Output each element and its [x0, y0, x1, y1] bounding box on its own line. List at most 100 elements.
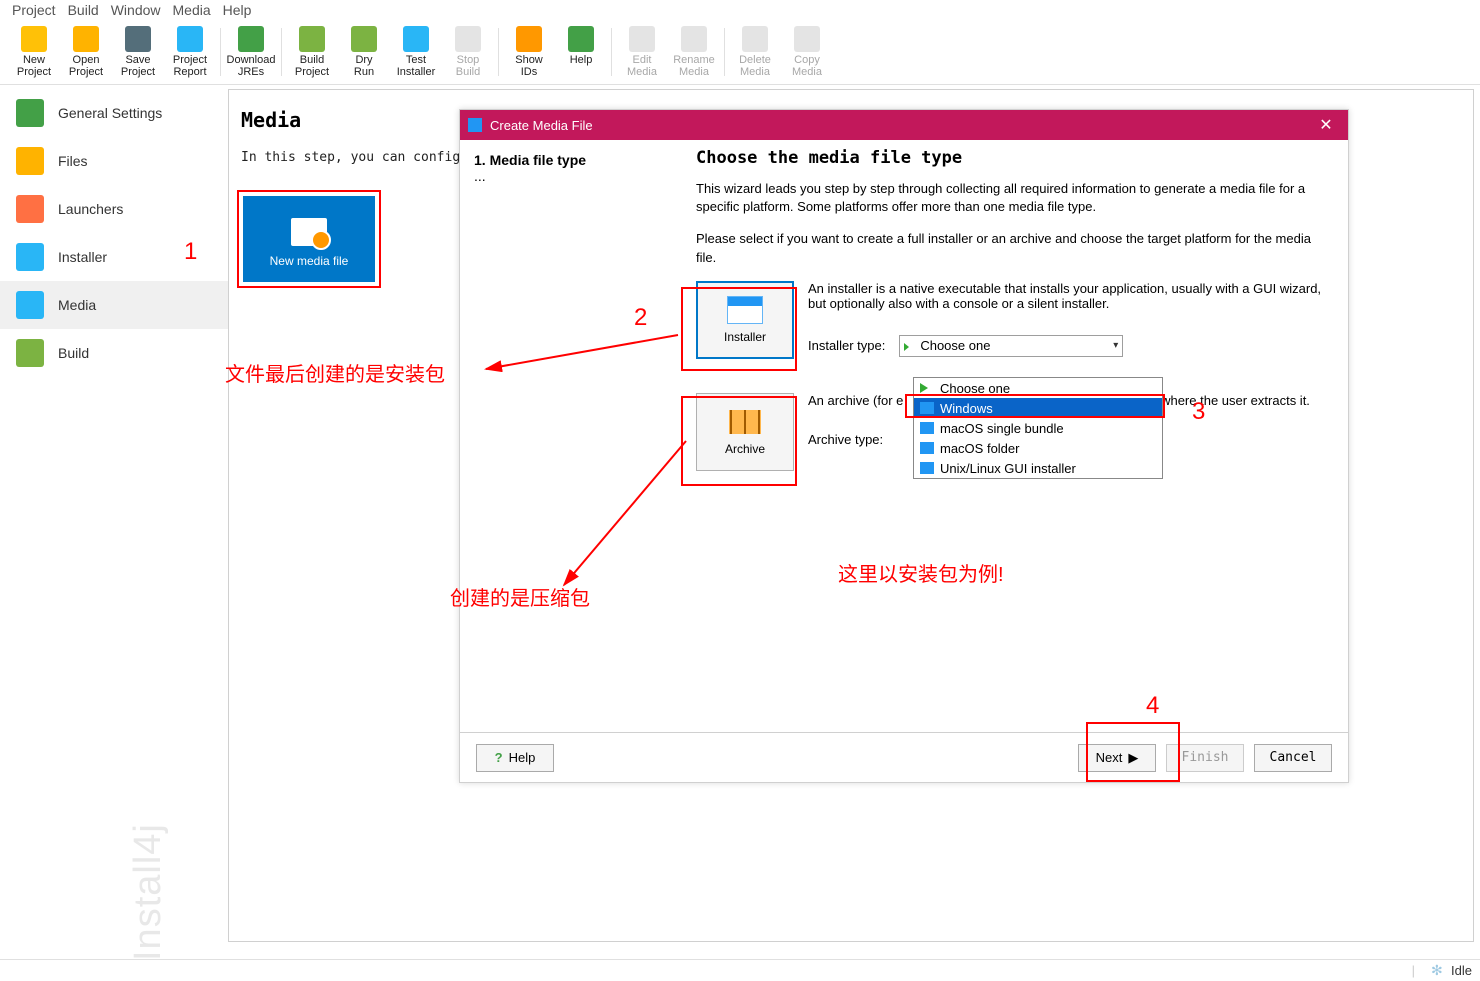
stop-build-icon	[455, 26, 481, 52]
sidebar-label: Files	[58, 153, 88, 169]
project-report-button[interactable]: ProjectReport	[164, 24, 216, 80]
menu-project[interactable]: Project	[8, 2, 60, 18]
help-icon	[568, 26, 594, 52]
finish-button[interactable]: Finish	[1166, 744, 1244, 772]
sidebar-item-files[interactable]: Files	[0, 137, 228, 185]
open-project-icon	[73, 26, 99, 52]
installer-icon	[727, 296, 763, 324]
sidebar-label: General Settings	[58, 105, 162, 121]
next-button[interactable]: Next ▶	[1078, 744, 1156, 772]
dialog-icon	[468, 118, 482, 132]
archive-icon	[727, 408, 763, 436]
annotation-box-1: New media file	[237, 190, 381, 288]
wizard-step-more: ...	[474, 168, 666, 184]
sidebar-label: Build	[58, 345, 89, 361]
show-ids-icon	[516, 26, 542, 52]
media-icon	[16, 291, 44, 319]
new-media-tile[interactable]: New media file	[243, 196, 375, 282]
dialog-title-bar[interactable]: Create Media File ✕	[460, 110, 1348, 140]
sidebar: General Settings Files Launchers Installer M…	[0, 85, 228, 946]
dialog-title: Create Media File	[490, 118, 593, 133]
dry-run-icon	[351, 26, 377, 52]
delete-media-icon	[742, 26, 768, 52]
menu-bar: Project Build Window Media Help	[0, 0, 1480, 20]
status-bar: | Idle	[0, 959, 1480, 981]
sidebar-label: Launchers	[58, 201, 123, 217]
download-jres-icon	[238, 26, 264, 52]
installer-type-dropdown[interactable]: Choose oneWindowsmacOS single bundlemacO…	[913, 377, 1163, 479]
menu-media[interactable]: Media	[169, 2, 215, 18]
rename-media-button: RenameMedia	[668, 24, 720, 80]
menu-window[interactable]: Window	[107, 2, 165, 18]
build-icon	[16, 339, 44, 367]
arrow-icon	[904, 341, 914, 351]
build-project-button[interactable]: BuildProject	[286, 24, 338, 80]
menu-build[interactable]: Build	[64, 2, 103, 18]
dropdown-option[interactable]: Unix/Linux GUI installer	[914, 458, 1162, 478]
copy-media-icon	[794, 26, 820, 52]
status-idle: Idle	[1451, 963, 1472, 978]
dry-run-button[interactable]: DryRun	[338, 24, 390, 80]
download-jres-button[interactable]: DownloadJREs	[225, 24, 277, 80]
installer-icon	[16, 243, 44, 271]
create-media-dialog: Create Media File ✕ 1. Media file type .…	[459, 109, 1349, 783]
option-icon	[920, 422, 934, 434]
wizard-p1: This wizard leads you step by step throu…	[696, 180, 1332, 216]
sidebar-label: Media	[58, 297, 96, 313]
new-media-label: New media file	[270, 254, 349, 268]
delete-media-button: DeleteMedia	[729, 24, 781, 80]
cancel-button[interactable]: Cancel	[1254, 744, 1332, 772]
idle-icon	[1431, 964, 1445, 978]
triangle-right-icon: ▶	[1128, 750, 1138, 766]
build-project-icon	[299, 26, 325, 52]
wizard-step-1: 1. Media file type	[474, 152, 666, 168]
stop-build-button: StopBuild	[442, 24, 494, 80]
dropdown-option[interactable]: macOS single bundle	[914, 418, 1162, 438]
choice-installer[interactable]: Installer	[696, 281, 794, 359]
dropdown-option[interactable]: Windows	[914, 398, 1162, 418]
sidebar-item-installer[interactable]: Installer	[0, 233, 228, 281]
close-icon[interactable]: ✕	[1304, 110, 1348, 140]
installer-type-combo[interactable]: Choose one ▾	[899, 335, 1123, 357]
wizard-heading: Choose the media file type	[696, 148, 1332, 168]
sidebar-item-media[interactable]: Media	[0, 281, 228, 329]
choice-archive-label: Archive	[725, 442, 765, 456]
edit-media-icon	[629, 26, 655, 52]
installer-desc: An installer is a native executable that…	[808, 281, 1332, 311]
choice-installer-label: Installer	[724, 330, 766, 344]
open-project-button[interactable]: OpenProject	[60, 24, 112, 80]
sidebar-item-general-settings[interactable]: General Settings	[0, 89, 228, 137]
help-icon: ?	[495, 750, 503, 765]
launchers-icon	[16, 195, 44, 223]
general-settings-icon	[16, 99, 44, 127]
show-ids-button[interactable]: ShowIDs	[503, 24, 555, 80]
edit-media-button: EditMedia	[616, 24, 668, 80]
help-button[interactable]: ? Help	[476, 744, 554, 772]
archive-type-label: Archive type:	[808, 432, 883, 447]
wizard-steps: 1. Media file type ...	[460, 140, 680, 732]
sidebar-label: Installer	[58, 249, 107, 265]
new-project-icon	[21, 26, 47, 52]
save-project-button[interactable]: SaveProject	[112, 24, 164, 80]
test-installer-icon	[403, 26, 429, 52]
option-icon	[920, 442, 934, 454]
chevron-down-icon: ▾	[1113, 340, 1118, 351]
menu-help[interactable]: Help	[219, 2, 256, 18]
media-file-icon	[291, 218, 327, 246]
option-icon	[920, 402, 934, 414]
save-project-icon	[125, 26, 151, 52]
toolbar: NewProjectOpenProjectSaveProjectProjectR…	[0, 20, 1480, 85]
wizard-p2: Please select if you want to create a fu…	[696, 230, 1332, 266]
dropdown-option[interactable]: Choose one	[914, 378, 1162, 398]
test-installer-button[interactable]: TestInstaller	[390, 24, 442, 80]
sidebar-item-build[interactable]: Build	[0, 329, 228, 377]
dropdown-option[interactable]: macOS folder	[914, 438, 1162, 458]
dialog-footer: ? Help Next ▶ Finish Cancel	[460, 732, 1348, 782]
files-icon	[16, 147, 44, 175]
new-project-button[interactable]: NewProject	[8, 24, 60, 80]
rename-media-icon	[681, 26, 707, 52]
help-button[interactable]: Help	[555, 24, 607, 80]
option-icon	[920, 382, 934, 394]
choice-archive[interactable]: Archive	[696, 393, 794, 471]
sidebar-item-launchers[interactable]: Launchers	[0, 185, 228, 233]
